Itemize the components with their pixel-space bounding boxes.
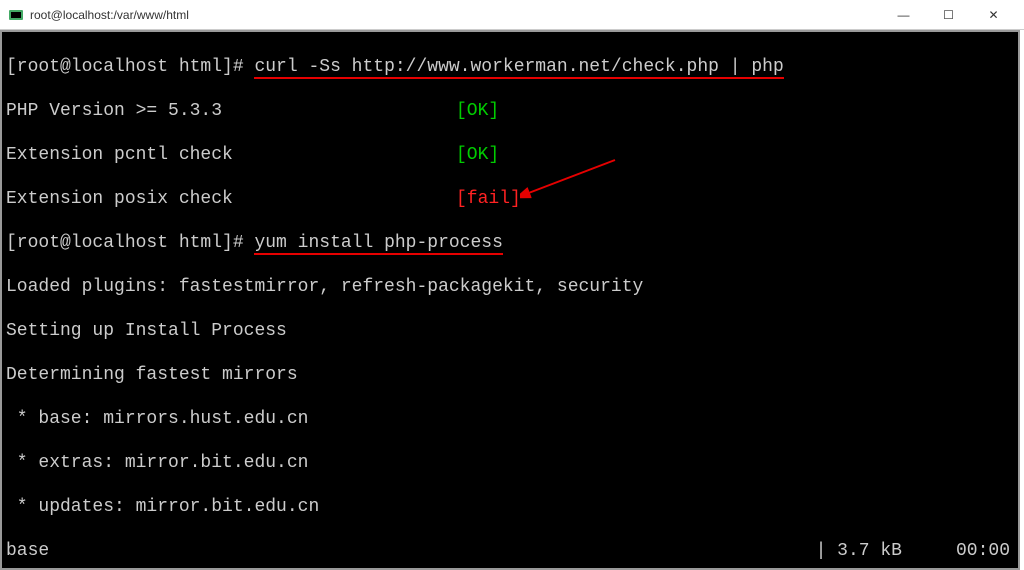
status-ok: [OK] xyxy=(456,100,499,122)
check-php-version: PHP Version >= 5.3.3 xyxy=(6,100,222,122)
yum-output: Determining fastest mirrors xyxy=(6,364,1014,386)
repo-stats: | 3.7 kB 00:00 xyxy=(816,540,1010,562)
status-ok: [OK] xyxy=(456,144,499,166)
status-fail: [fail] xyxy=(456,188,521,210)
minimize-button[interactable]: — xyxy=(881,0,926,30)
window-title: root@localhost:/var/www/html xyxy=(30,8,881,22)
shell-prompt: [root@localhost html]# xyxy=(6,233,254,253)
window-controls: — ☐ ✕ xyxy=(881,0,1016,30)
putty-icon xyxy=(8,7,24,23)
maximize-button[interactable]: ☐ xyxy=(926,0,971,30)
mirror-base: * base: mirrors.hust.edu.cn xyxy=(6,408,1014,430)
check-pcntl: Extension pcntl check xyxy=(6,144,233,166)
repo-row: base xyxy=(6,540,49,562)
mirror-extras: * extras: mirror.bit.edu.cn xyxy=(6,452,1014,474)
command-yum: yum install php-process xyxy=(254,233,502,255)
window-titlebar: root@localhost:/var/www/html — ☐ ✕ xyxy=(0,0,1024,30)
terminal-output[interactable]: [root@localhost html]# curl -Ss http://w… xyxy=(0,30,1020,570)
yum-output: Setting up Install Process xyxy=(6,320,1014,342)
yum-output: Loaded plugins: fastestmirror, refresh-p… xyxy=(6,276,1014,298)
shell-prompt: [root@localhost html]# xyxy=(6,57,254,77)
mirror-updates: * updates: mirror.bit.edu.cn xyxy=(6,496,1014,518)
command-curl: curl -Ss http://www.workerman.net/check.… xyxy=(254,57,783,79)
close-button[interactable]: ✕ xyxy=(971,0,1016,30)
check-posix: Extension posix check xyxy=(6,188,233,210)
